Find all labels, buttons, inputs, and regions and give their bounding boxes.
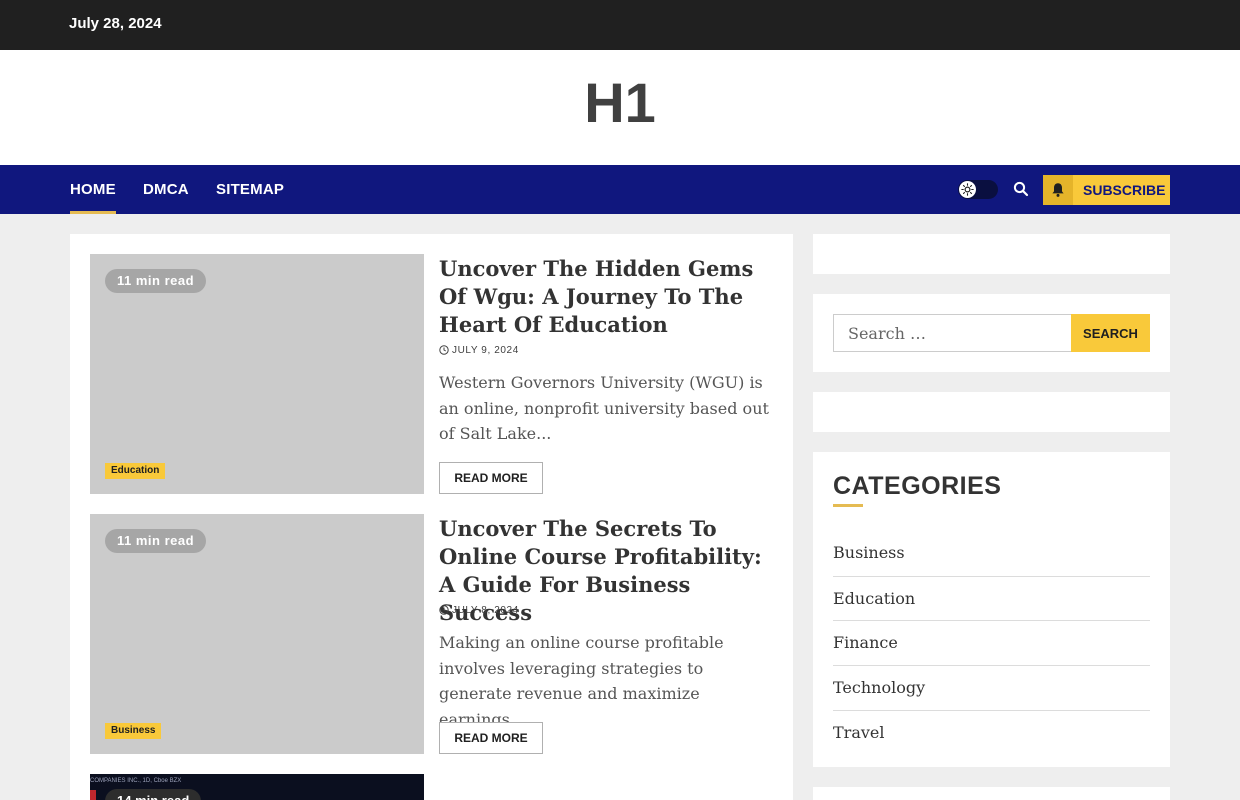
subscribe-label: Subscribe [1083, 182, 1166, 198]
article-date: July 8, 2024 [439, 605, 519, 616]
nav-item-dmca[interactable]: DMCA [143, 165, 189, 214]
read-more-button[interactable]: Read More [439, 462, 543, 494]
sidebar-widget-empty [813, 234, 1170, 274]
read-time-badge: 11 min read [105, 529, 207, 553]
search-widget: Search [813, 294, 1170, 372]
article-card: 11 min read Education Uncover The Hidden… [90, 254, 793, 494]
thumbnail-decoration [90, 790, 96, 800]
article-date: July 9, 2024 [439, 345, 519, 356]
article-excerpt: Western Governors University (WGU) is an… [439, 373, 769, 443]
categories-list: Business Education Finance Technology Tr… [833, 532, 1150, 755]
bell-icon [1052, 183, 1064, 197]
sidebar-widget-empty [813, 392, 1170, 432]
theme-toggle[interactable] [958, 180, 998, 199]
read-more-button[interactable]: Read More [439, 722, 543, 754]
read-time-badge: 11 min read [105, 269, 207, 293]
article-card: 11 min read Business Uncover The Secrets… [90, 514, 793, 754]
sidebar-widget-empty [813, 787, 1170, 800]
current-date: July 28, 2024 [69, 15, 162, 32]
clock-icon [439, 605, 449, 615]
category-link[interactable]: Business [833, 532, 1150, 577]
article-thumbnail[interactable]: 11 min read Business [90, 514, 424, 754]
thumbnail-caption: COMPANIES INC., 1D, Cboe BZX [90, 778, 182, 784]
nav-item-sitemap[interactable]: Sitemap [216, 165, 284, 214]
bell-icon-box [1043, 175, 1073, 205]
category-link[interactable]: Technology [833, 666, 1150, 711]
category-link[interactable]: Education [833, 577, 1150, 622]
top-bar: July 28, 2024 [0, 0, 1240, 50]
search-button[interactable]: Search [1071, 314, 1150, 352]
subscribe-button[interactable]: Subscribe [1043, 175, 1170, 205]
category-link[interactable]: Travel [833, 711, 1150, 756]
article-title[interactable]: Uncover The Hidden Gems Of Wgu: A Journe… [439, 255, 779, 339]
category-badge[interactable]: Business [105, 723, 162, 739]
category-link[interactable]: Finance [833, 621, 1150, 667]
toggle-knob [959, 181, 976, 198]
article-date-text: July 9, 2024 [452, 345, 519, 356]
sun-icon [961, 183, 974, 196]
read-time-badge: 14 min read [105, 789, 202, 800]
article-date-text: July 8, 2024 [452, 605, 519, 616]
heading-underline [833, 504, 863, 507]
nav-item-home[interactable]: Home [70, 165, 116, 214]
masthead: H1 [0, 50, 1240, 165]
search-icon[interactable] [1013, 181, 1029, 197]
site-title[interactable]: H1 [0, 75, 1240, 131]
article-thumbnail[interactable]: COMPANIES INC., 1D, Cboe BZX 14 min read [90, 774, 424, 800]
categories-heading: Categories [833, 472, 1002, 500]
article-thumbnail[interactable]: 11 min read Education [90, 254, 424, 494]
clock-icon [439, 345, 449, 355]
search-input[interactable] [833, 314, 1071, 352]
categories-widget: Categories Business Education Finance Te… [813, 452, 1170, 767]
category-badge[interactable]: Education [105, 463, 166, 479]
article-excerpt: Making an online course profitable invol… [439, 633, 724, 729]
